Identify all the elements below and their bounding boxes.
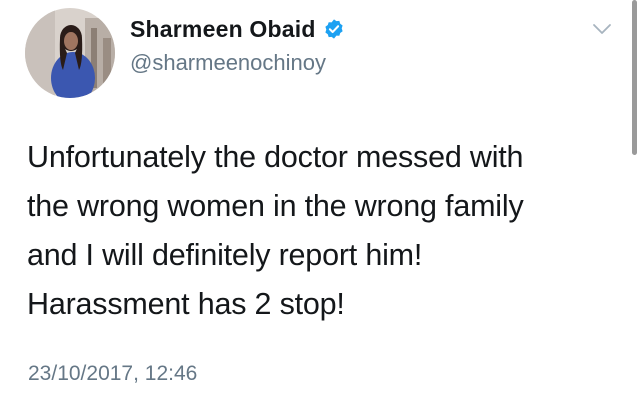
tweet-timestamp[interactable]: 23/10/2017, 12:46 (28, 362, 197, 386)
verified-badge-icon (323, 18, 345, 40)
avatar[interactable] (25, 8, 115, 98)
tweet-text-line: Harassment has 2 stop! (27, 287, 345, 321)
tweet-card: Sharmeen Obaid @sharmeenochinoy Unfortun… (0, 0, 640, 410)
author-name-row: Sharmeen Obaid (130, 12, 345, 46)
tweet-text-line: Unfortunately the doctor messed with (27, 140, 524, 174)
chevron-down-icon[interactable] (592, 22, 612, 36)
author-display-name[interactable]: Sharmeen Obaid (130, 16, 316, 43)
tweet-text: Unfortunately the doctor messed with the… (27, 133, 627, 329)
scrollbar[interactable] (632, 0, 637, 155)
tweet-text-line: the wrong women in the wrong family (27, 189, 524, 223)
avatar-photo (25, 8, 115, 98)
tweet-text-line: and I will definitely report him! (27, 238, 423, 272)
author-handle[interactable]: @sharmeenochinoy (130, 50, 326, 76)
